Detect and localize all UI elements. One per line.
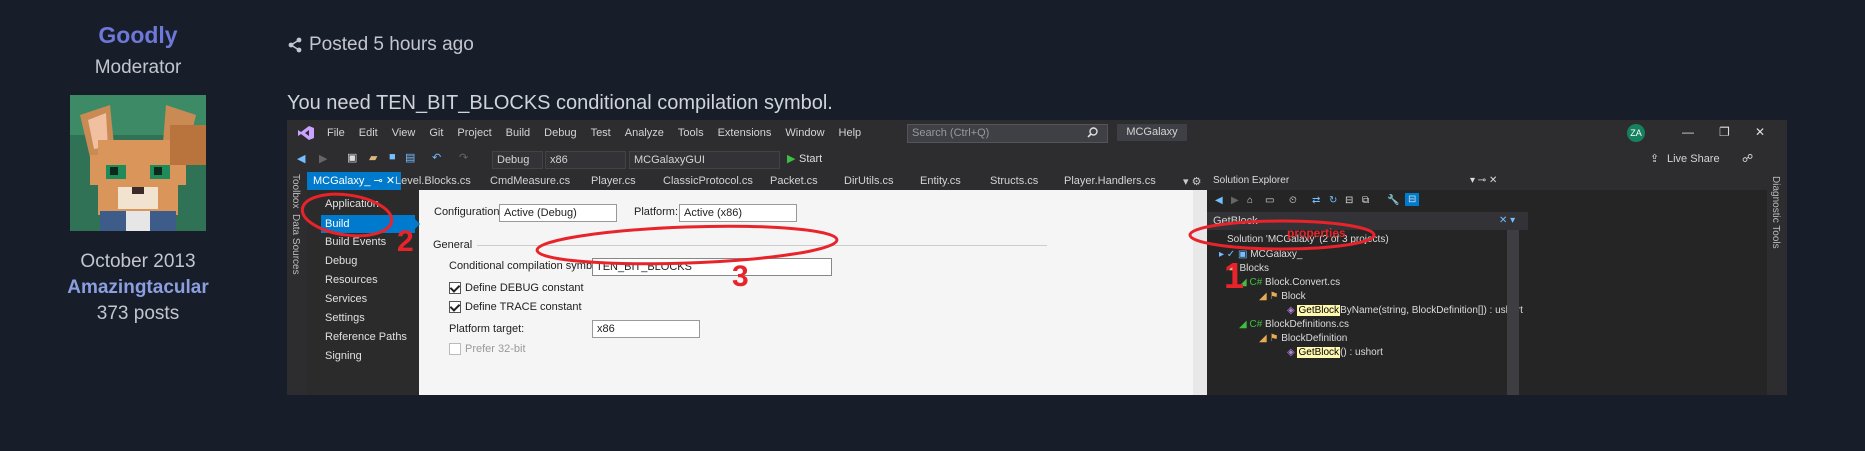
post-timestamp[interactable]: Posted 5 hours ago: [309, 34, 474, 56]
red-annotation-circles: [300, 192, 1376, 266]
share-icon[interactable]: [287, 37, 303, 53]
annotation-number-1: 1: [1224, 255, 1245, 296]
author-name[interactable]: Goodly: [40, 22, 236, 49]
avatar[interactable]: [70, 95, 206, 231]
author-post-count: 373 posts: [96, 303, 180, 324]
author-panel: Goodly Moderator October 2013 Amazingtac…: [40, 22, 236, 325]
annotation-number-2: 2: [397, 225, 414, 258]
fox-avatar-icon: [70, 95, 206, 231]
post-meta[interactable]: Posted 5 hours ago: [287, 34, 474, 56]
author-role: Moderator: [94, 57, 182, 78]
post-image-screenshot[interactable]: File Edit View Git Project Build Debug T…: [287, 120, 1787, 395]
annotation-number-3: 3: [732, 260, 749, 293]
annotation-properties-note: properties: [1287, 226, 1346, 240]
post-message: You need TEN_BIT_BLOCKS conditional comp…: [287, 92, 833, 114]
author-rank: Amazingtacular: [67, 277, 209, 298]
author-joined: October 2013: [80, 251, 196, 272]
